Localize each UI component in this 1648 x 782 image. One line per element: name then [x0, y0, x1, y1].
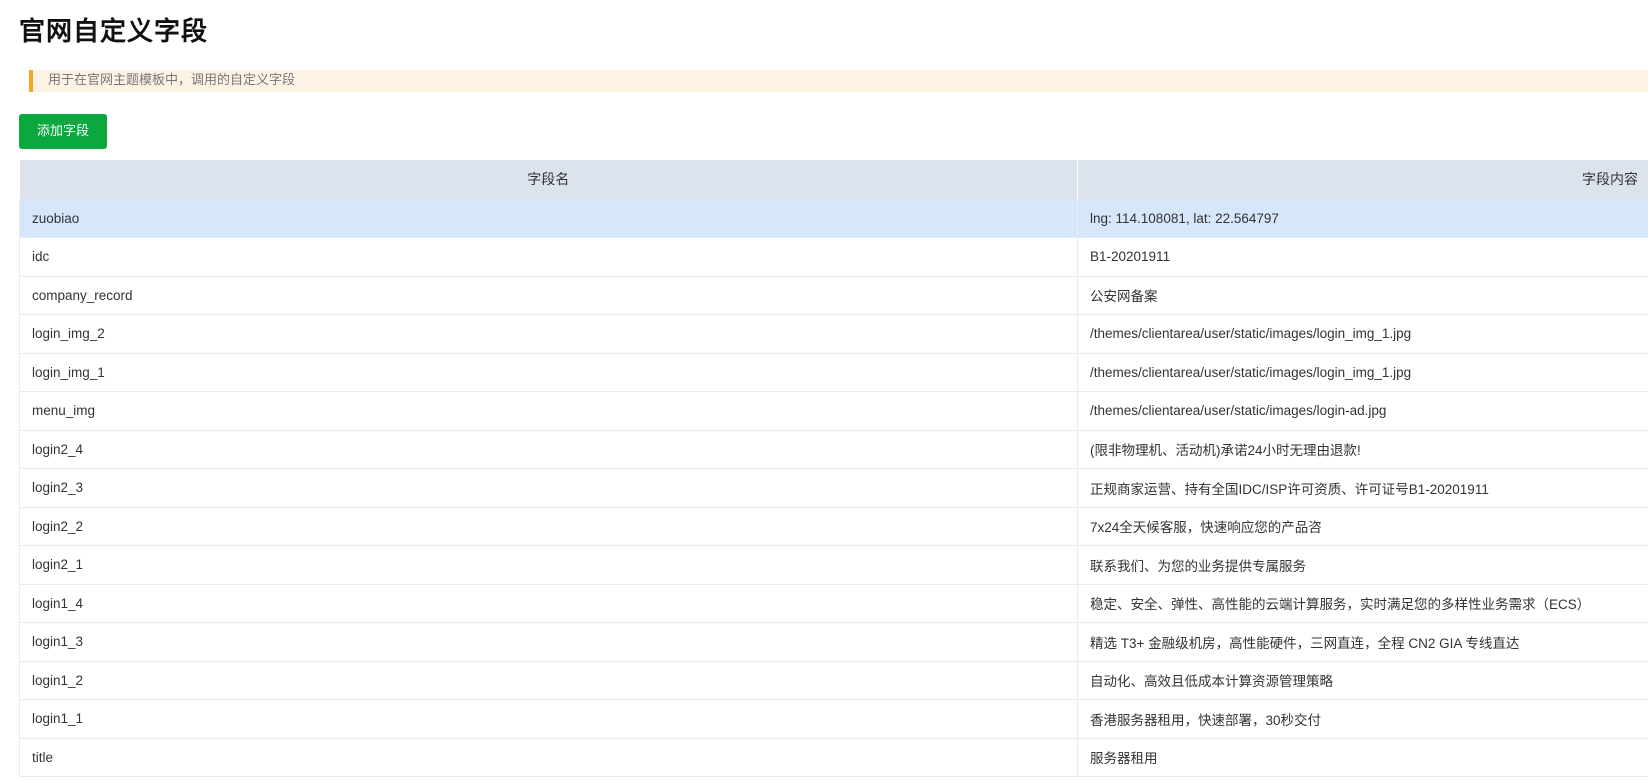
field-content-cell: 精选 T3+ 金融级机房，高性能硬件，三网直连，全程 CN2 GIA 专线直达 — [1077, 622, 1648, 662]
field-name-cell: title — [19, 738, 1078, 777]
field-content-cell: /themes/clientarea/user/static/images/lo… — [1077, 391, 1648, 431]
field-content-cell: /themes/clientarea/user/static/images/lo… — [1077, 314, 1648, 354]
table-row[interactable]: title 服务器租用 — [19, 738, 1648, 777]
field-name-cell: login1_4 — [19, 584, 1078, 623]
field-name-cell: login1_1 — [19, 699, 1078, 739]
field-name-cell: company_record — [19, 276, 1078, 315]
field-name-cell: menu_img — [19, 391, 1078, 431]
table-row[interactable]: login1_3 精选 T3+ 金融级机房，高性能硬件，三网直连，全程 CN2 G… — [19, 622, 1648, 662]
field-name-cell: login_img_2 — [19, 314, 1078, 354]
table-row[interactable]: menu_img/themes/clientarea/user/static/i… — [19, 391, 1648, 431]
custom-fields-page: 官网自定义字段 用于在官网主题模板中，调用的自定义字段 添加字段 字段名 字段内… — [0, 0, 1648, 782]
field-name-cell: login2_3 — [19, 468, 1078, 508]
table-row[interactable]: login2_1 联系我们、为您的业务提供专属服务 — [19, 545, 1648, 585]
table-header-row: 字段名 字段内容 — [19, 160, 1648, 200]
field-name-cell: login2_4 — [19, 430, 1078, 469]
field-content-cell: 服务器租用 — [1077, 738, 1648, 777]
field-content-cell: 正规商家运营、持有全国IDC/ISP许可资质、许可证号B1-20201911 — [1077, 468, 1648, 508]
table-row[interactable]: login1_4 稳定、安全、弹性、高性能的云端计算服务，实时满足您的多样性业务需… — [19, 584, 1648, 623]
field-content-cell: 联系我们、为您的业务提供专属服务 — [1077, 545, 1648, 585]
table-row[interactable]: company_record 公安网备案 — [19, 276, 1648, 315]
page-title: 官网自定义字段 — [19, 17, 209, 47]
field-content-cell: B1-20201911 — [1077, 237, 1648, 277]
table-body: zuobiao lng: 114.108081, lat: 22.564797 id… — [19, 199, 1648, 777]
field-name-cell: zuobiao — [19, 199, 1078, 238]
notice-banner: 用于在官网主题模板中，调用的自定义字段 — [29, 70, 1648, 92]
table-row[interactable]: zuobiao lng: 114.108081, lat: 22.564797 — [19, 199, 1648, 238]
field-content-cell: /themes/clientarea/user/static/images/lo… — [1077, 353, 1648, 392]
field-content-cell: 香港服务器租用，快速部署，30秒交付 — [1077, 699, 1648, 739]
add-field-button[interactable]: 添加字段 — [19, 114, 107, 149]
field-content-cell: 自动化、高效且低成本计算资源管理策略 — [1077, 661, 1648, 700]
field-name-cell: login1_2 — [19, 661, 1078, 700]
field-content-cell: 稳定、安全、弹性、高性能的云端计算服务，实时满足您的多样性业务需求（ECS） — [1077, 584, 1648, 623]
field-name-cell: login1_3 — [19, 622, 1078, 662]
table-row[interactable]: login_img_1/themes/clientarea/user/stati… — [19, 353, 1648, 392]
field-name-cell: idc — [19, 237, 1078, 277]
field-name-cell: login_img_1 — [19, 353, 1078, 392]
table-row[interactable]: login1_1 香港服务器租用，快速部署，30秒交付 — [19, 699, 1648, 739]
table-row[interactable]: login2_4 (限非物理机、活动机)承诺24小时无理由退款! — [19, 430, 1648, 469]
field-content-cell: 7x24全天候客服，快速响应您的产品咨 — [1077, 507, 1648, 546]
table-row[interactable]: login_img_2/themes/clientarea/user/stati… — [19, 314, 1648, 354]
table-row[interactable]: login1_2 自动化、高效且低成本计算资源管理策略 — [19, 661, 1648, 700]
table-row[interactable]: idc B1-20201911 — [19, 237, 1648, 277]
field-name-cell: login2_1 — [19, 545, 1078, 585]
table-row[interactable]: login2_2 7x24全天候客服，快速响应您的产品咨 — [19, 507, 1648, 546]
column-header-field-name[interactable]: 字段名 — [19, 160, 1078, 200]
table-row[interactable]: login2_3 正规商家运营、持有全国IDC/ISP许可资质、许可证号B1-20… — [19, 468, 1648, 508]
field-content-cell: (限非物理机、活动机)承诺24小时无理由退款! — [1077, 430, 1648, 469]
field-content-cell: lng: 114.108081, lat: 22.564797 — [1077, 199, 1648, 238]
field-name-cell: login2_2 — [19, 507, 1078, 546]
fields-table: 字段名 字段内容 zuobiao lng: 114.108081, lat: 22… — [19, 160, 1648, 777]
field-content-cell: 公安网备案 — [1077, 276, 1648, 315]
column-header-field-content[interactable]: 字段内容 — [1077, 160, 1648, 200]
